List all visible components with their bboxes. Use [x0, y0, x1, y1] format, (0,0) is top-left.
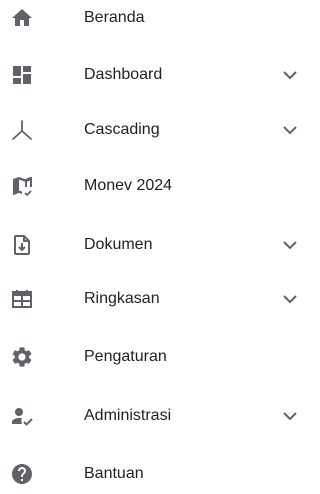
menu-item-label: Monev 2024	[84, 177, 173, 194]
calendar-table-icon	[10, 287, 34, 311]
menu-item-dokumen[interactable]: Dokumen	[0, 225, 301, 265]
menu-item-label: Pengaturan	[84, 348, 167, 365]
document-download-icon	[10, 233, 34, 257]
user-check-icon	[10, 404, 34, 428]
menu-item-dashboard[interactable]: Dashboard	[0, 55, 301, 95]
map-check-icon	[10, 174, 34, 198]
help-icon	[10, 462, 34, 486]
chevron-down-icon[interactable]	[278, 287, 302, 311]
menu-item-monev-2024[interactable]: Monev 2024	[0, 166, 301, 206]
menu-item-label: Bantuan	[84, 465, 144, 482]
chevron-down-icon[interactable]	[278, 233, 302, 257]
menu-item-label: Dokumen	[84, 236, 153, 253]
menu-item-cascading[interactable]: Cascading	[0, 110, 301, 150]
chevron-down-icon[interactable]	[278, 404, 302, 428]
menu-item-pengaturan[interactable]: Pengaturan	[0, 337, 301, 377]
sidebar-menu: Beranda Dashboard Cascading Monev 2024 D…	[0, 0, 301, 488]
menu-item-bantuan[interactable]: Bantuan	[0, 454, 301, 494]
menu-item-label: Beranda	[84, 9, 145, 26]
menu-item-label: Dashboard	[84, 66, 163, 83]
menu-item-beranda[interactable]: Beranda	[0, 0, 301, 38]
menu-item-label: Administrasi	[84, 407, 172, 424]
menu-item-label: Ringkasan	[84, 290, 160, 307]
gear-icon	[10, 345, 34, 369]
home-icon	[10, 6, 34, 30]
menu-item-ringkasan[interactable]: Ringkasan	[0, 279, 301, 319]
cascading-icon	[10, 118, 34, 142]
chevron-down-icon[interactable]	[278, 63, 302, 87]
chevron-down-icon[interactable]	[278, 118, 302, 142]
dashboard-icon	[10, 63, 34, 87]
menu-item-administrasi[interactable]: Administrasi	[0, 396, 301, 436]
menu-item-label: Cascading	[84, 121, 160, 138]
